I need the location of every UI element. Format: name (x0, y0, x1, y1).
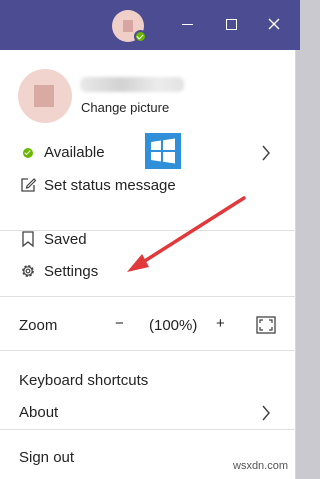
annotation-arrow (127, 196, 246, 272)
